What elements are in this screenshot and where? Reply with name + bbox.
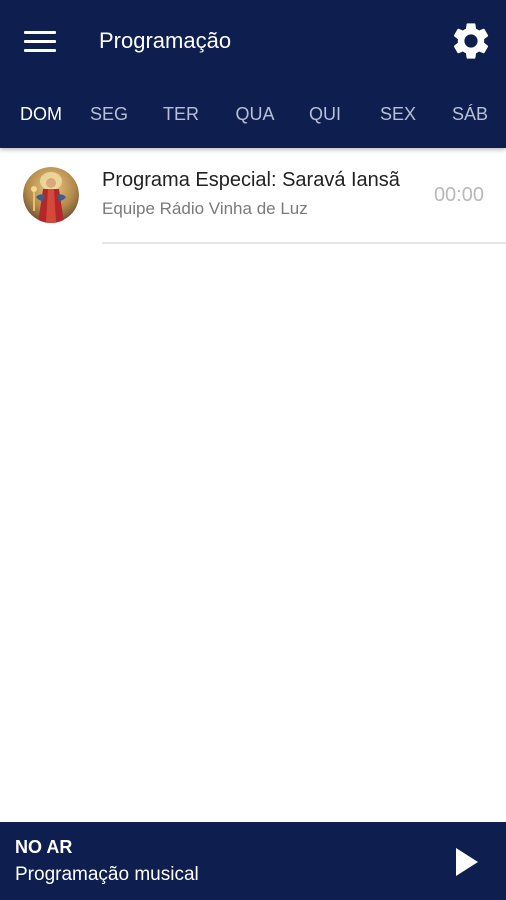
play-icon <box>456 848 478 876</box>
tab-ter[interactable]: TER <box>163 92 199 136</box>
tab-dom[interactable]: DOM <box>20 92 62 136</box>
tab-sab[interactable]: SÁB <box>452 92 488 136</box>
program-title: Programa Especial: Saravá Iansã <box>102 169 400 191</box>
gear-icon <box>453 23 489 59</box>
program-host: Equipe Rádio Vinha de Luz <box>102 199 308 218</box>
list-item[interactable]: Programa Especial: Saravá Iansã Equipe R… <box>0 148 506 244</box>
program-time: 00:00 <box>433 184 484 206</box>
play-button[interactable] <box>446 842 486 882</box>
page-title: Programação <box>99 28 232 53</box>
app-bar: Programação DOM SEG TER QUA QUI SEX SÁB <box>0 0 506 148</box>
tab-qua[interactable]: QUA <box>235 92 274 136</box>
now-playing-bar[interactable]: NO AR Programação musical <box>0 822 506 900</box>
tab-qui[interactable]: QUI <box>309 92 341 136</box>
weekday-tabs: DOM SEG TER QUA QUI SEX SÁB <box>0 92 506 136</box>
now-playing-title: Programação musical <box>15 864 199 885</box>
list-divider <box>102 242 506 244</box>
menu-button[interactable] <box>24 28 56 54</box>
tab-seg[interactable]: SEG <box>90 92 128 136</box>
hamburger-menu-icon <box>24 31 56 34</box>
settings-button[interactable] <box>449 19 493 63</box>
tab-sex[interactable]: SEX <box>380 92 416 136</box>
program-avatar <box>23 167 79 223</box>
on-air-label: NO AR <box>15 837 73 857</box>
